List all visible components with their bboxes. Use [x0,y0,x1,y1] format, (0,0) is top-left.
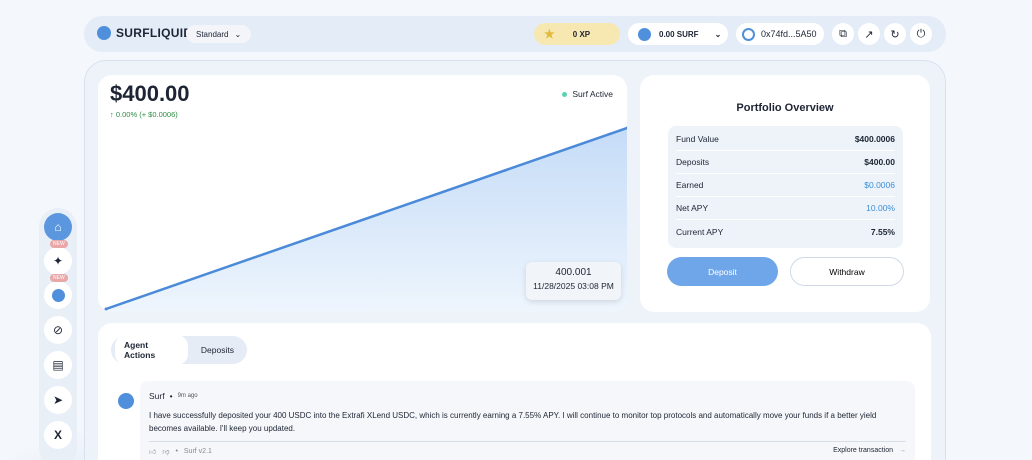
surf-token-icon [638,27,651,41]
feedback-group: 👍︎ 👎︎ • Surf v2.1 [149,447,212,456]
chart-point [104,307,108,311]
arrow-up-icon: ↑ [110,110,114,119]
nav-surf[interactable]: NEW [44,274,72,309]
nav-sparkle[interactable]: NEW ✦ [44,240,72,275]
message-author: Surf [149,391,165,401]
status-dot-icon [562,91,568,97]
row-value: 7.55% [870,226,895,237]
side-nav: ⌂ NEW ✦ NEW ⊘ ▤ ➤ X [39,208,77,460]
row-value: $400.0006 [854,134,895,144]
surf-token-icon [51,288,65,302]
home-icon: ⌂ [54,220,62,234]
nav-explore[interactable]: ⊘ [44,316,72,344]
portfolio-table: Fund Value $400.0006 Deposits $400.00 Ea… [668,126,903,248]
message-time: 9m ago [177,393,198,399]
disconnect-button[interactable]: ⏻ [910,23,932,45]
row-value: $0.0006 [864,180,895,190]
top-bar: SURFLIQUID Standard ⌄ ★ 0 XP 0.00 SURF ⌄… [84,16,946,52]
plan-selector[interactable]: Standard ⌄ [186,25,252,43]
arrow-right-icon: → [899,447,906,454]
status-indicator: Surf Active [562,89,613,99]
tooltip-time: 11/28/2025 03:08 PM [533,281,614,291]
x-icon: X [53,428,62,442]
message-footer: 👍︎ 👎︎ • Surf v2.1 Explore transaction → [149,447,906,456]
wallet-address-text: 0x74fd...5A50 [761,29,817,39]
wallet-address[interactable]: 0x74fd...5A50 [736,23,824,45]
avatar [118,393,134,409]
sparkle-icon: ✦ [52,254,64,268]
tooltip-value: 400.001 [555,267,592,278]
divider [149,441,906,442]
tab-deposits[interactable]: Deposits [192,340,243,360]
row-label: Fund Value [676,134,719,144]
performance-chart-card: $400.00 ↑ 0.00% (+ $0.0006) Surf Active … [98,75,627,312]
withdraw-button[interactable]: Withdraw [790,257,904,286]
message-header: Surf • 9m ago [149,391,906,401]
dot-separator-icon: • [175,448,178,455]
agent-version: Surf v2.1 [183,448,212,455]
surf-balance: 0.00 SURF [659,29,699,39]
agent-message: Surf • 9m ago I have successfully deposi… [140,381,915,460]
portfolio-value: $400.00 [110,81,190,106]
deposit-button[interactable]: Deposit [667,257,778,286]
row-value: $400.00 [864,157,895,167]
external-link-icon: ↗ [864,28,874,41]
table-row: Current APY 7.55% [676,220,895,243]
explore-link-label: Explore transaction [833,447,893,454]
value-change-text: 0.00% (+ $0.0006) [115,110,178,119]
power-icon: ⏻ [916,27,926,40]
surf-balance-dropdown[interactable]: 0.00 SURF ⌄ [628,23,728,45]
message-text: I have successfully deposited your 400 U… [149,411,877,433]
row-label: Earned [676,180,704,190]
tab-bar: Agent Actions Deposits [111,335,247,365]
new-badge: NEW [50,274,68,282]
value-change: ↑ 0.00% (+ $0.0006) [110,110,178,119]
portfolio-title: Portfolio Overview [736,102,834,114]
thumbs-up-icon[interactable]: 👍︎ [149,447,156,456]
tab-agent-actions[interactable]: Agent Actions [115,335,188,365]
external-link-button[interactable]: ↗ [858,23,880,45]
brand-mark-icon [97,26,111,40]
copy-icon: ⧉ [839,27,847,40]
status-text: Surf Active [572,89,613,99]
new-badge: NEW [50,240,68,248]
table-row: Fund Value $400.0006 [676,128,895,151]
nav-telegram[interactable]: ➤ [44,386,72,414]
dot-separator-icon: • [169,391,173,401]
table-row: Net APY 10.00% [676,197,895,220]
row-label: Net APY [676,203,709,213]
chevron-down-icon: ⌄ [714,29,722,39]
table-row: Earned $0.0006 [676,174,895,197]
chart-tooltip: 400.001 11/28/2025 03:08 PM [526,262,621,300]
refresh-icon: ↻ [890,28,900,41]
brand-name: SURFLIQUID [116,26,193,40]
copy-button[interactable]: ⧉ [832,23,854,45]
explore-transaction-link[interactable]: Explore transaction → [833,447,906,456]
wallet-icon [742,27,755,41]
thumbs-down-icon[interactable]: 👎︎ [162,447,169,456]
star-icon: ★ [544,27,555,41]
agent-actions-card: Agent Actions Deposits Surf • 9m ago I h… [98,323,931,460]
xp-pill[interactable]: ★ 0 XP [534,23,620,45]
telegram-icon: ➤ [52,393,64,407]
table-row: Deposits $400.00 [676,151,895,174]
plan-label: Standard [196,29,229,39]
refresh-button[interactable]: ↻ [884,23,906,45]
row-label: Current APY [676,226,724,237]
nav-home[interactable]: ⌂ [44,213,72,241]
portfolio-overview-card: Portfolio Overview Fund Value $400.0006 … [640,75,930,312]
chevron-down-icon: ⌄ [234,29,242,39]
brand-logo[interactable]: SURFLIQUID [97,26,192,40]
nav-x[interactable]: X [44,421,72,449]
row-label: Deposits [676,157,710,167]
row-value: 10.00% [866,203,895,213]
nav-docs[interactable]: ▤ [44,351,72,379]
compass-icon: ⊘ [52,323,64,337]
xp-value: 0 XP [572,29,591,39]
document-icon: ▤ [52,358,64,372]
